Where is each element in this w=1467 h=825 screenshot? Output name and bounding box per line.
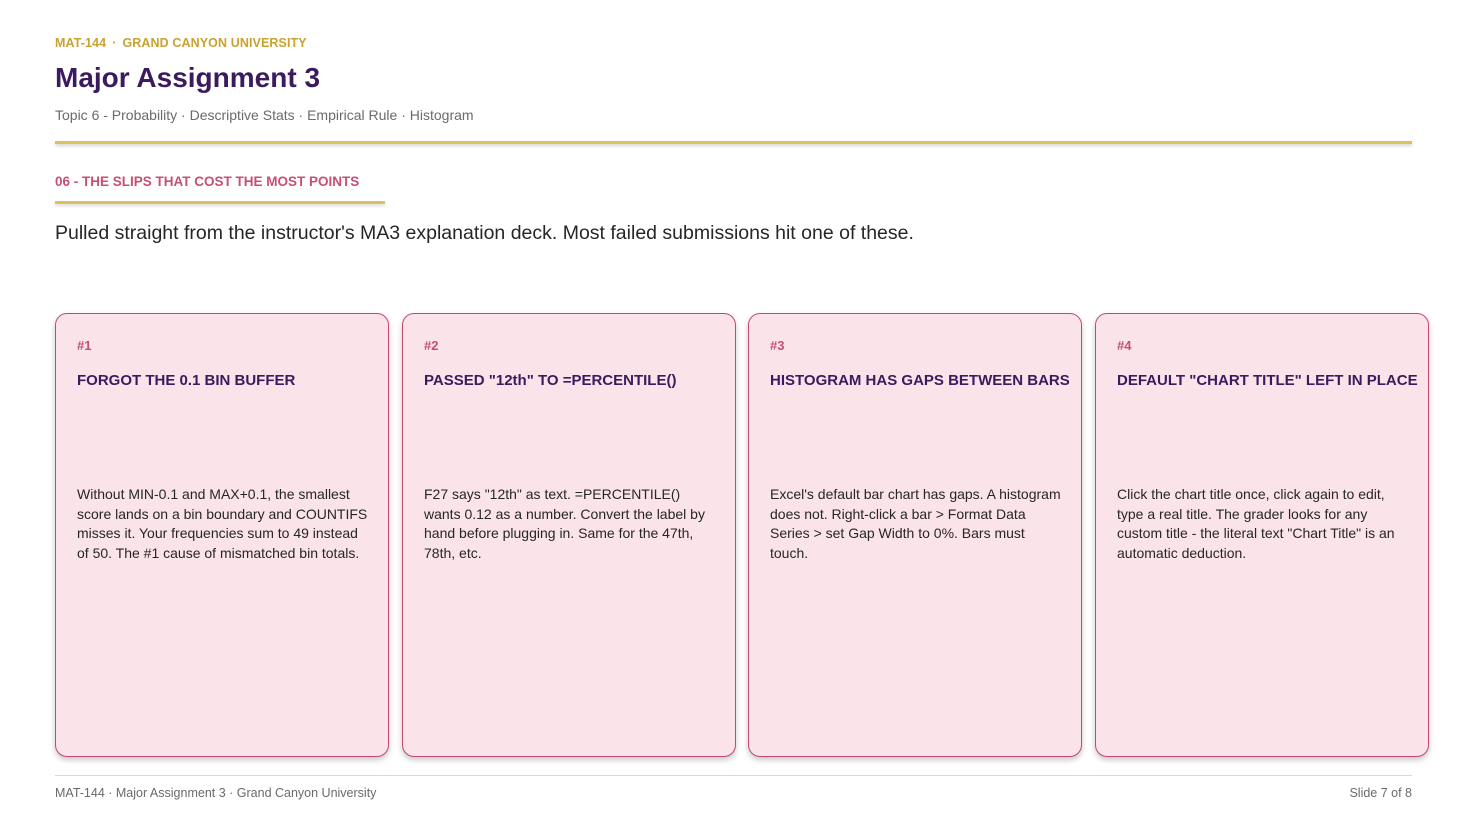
mistake-card-1: #1 FORGOT THE 0.1 BIN BUFFER Without MIN… (55, 313, 389, 757)
card-body: F27 says "12th" as text. =PERCENTILE() w… (424, 486, 705, 561)
university-name: GRAND CANYON UNIVERSITY (122, 36, 307, 50)
footer-course-info: MAT-144 · Major Assignment 3 · Grand Can… (55, 786, 377, 800)
card-body: Click the chart title once, click again … (1117, 486, 1395, 561)
card-title: HISTOGRAM HAS GAPS BETWEEN BARS (770, 372, 1070, 389)
card-title: FORGOT THE 0.1 BIN BUFFER (77, 372, 296, 389)
section-underline (55, 201, 385, 204)
section-label: 06 - THE SLIPS THAT COST THE MOST POINTS (55, 174, 360, 189)
header-divider (55, 141, 1412, 144)
card-number: #2 (424, 338, 439, 353)
page-title: Major Assignment 3 (55, 62, 321, 93)
card-body: Without MIN-0.1 and MAX+0.1, the smalles… (77, 486, 368, 561)
mistake-card-2: #2 PASSED "12th" TO =PERCENTILE() F27 sa… (402, 313, 736, 757)
card-number: #1 (77, 338, 92, 353)
card-title: DEFAULT "CHART TITLE" LEFT IN PLACE (1117, 372, 1418, 389)
mistake-card-3: #3 HISTOGRAM HAS GAPS BETWEEN BARS Excel… (748, 313, 1082, 757)
footer-divider (55, 775, 1412, 776)
slide-number: Slide 7 of 8 (1349, 786, 1412, 800)
card-title: PASSED "12th" TO =PERCENTILE() (424, 372, 677, 389)
course-code: MAT-144 (55, 36, 107, 50)
card-number: #3 (770, 338, 785, 353)
mistake-card-4: #4 DEFAULT "CHART TITLE" LEFT IN PLACE C… (1095, 313, 1429, 757)
course-separator: · (112, 36, 117, 50)
section-intro: Pulled straight from the instructor's MA… (55, 222, 914, 244)
card-body: Excel's default bar chart has gaps. A hi… (770, 486, 1061, 561)
page-subtitle: Topic 6 - Probability · Descriptive Stat… (55, 107, 474, 123)
course-header-line: MAT-144 · GRAND CANYON UNIVERSITY (55, 36, 307, 50)
mistake-cards: #1 FORGOT THE 0.1 BIN BUFFER Without MIN… (55, 313, 1430, 759)
card-number: #4 (1117, 338, 1132, 353)
